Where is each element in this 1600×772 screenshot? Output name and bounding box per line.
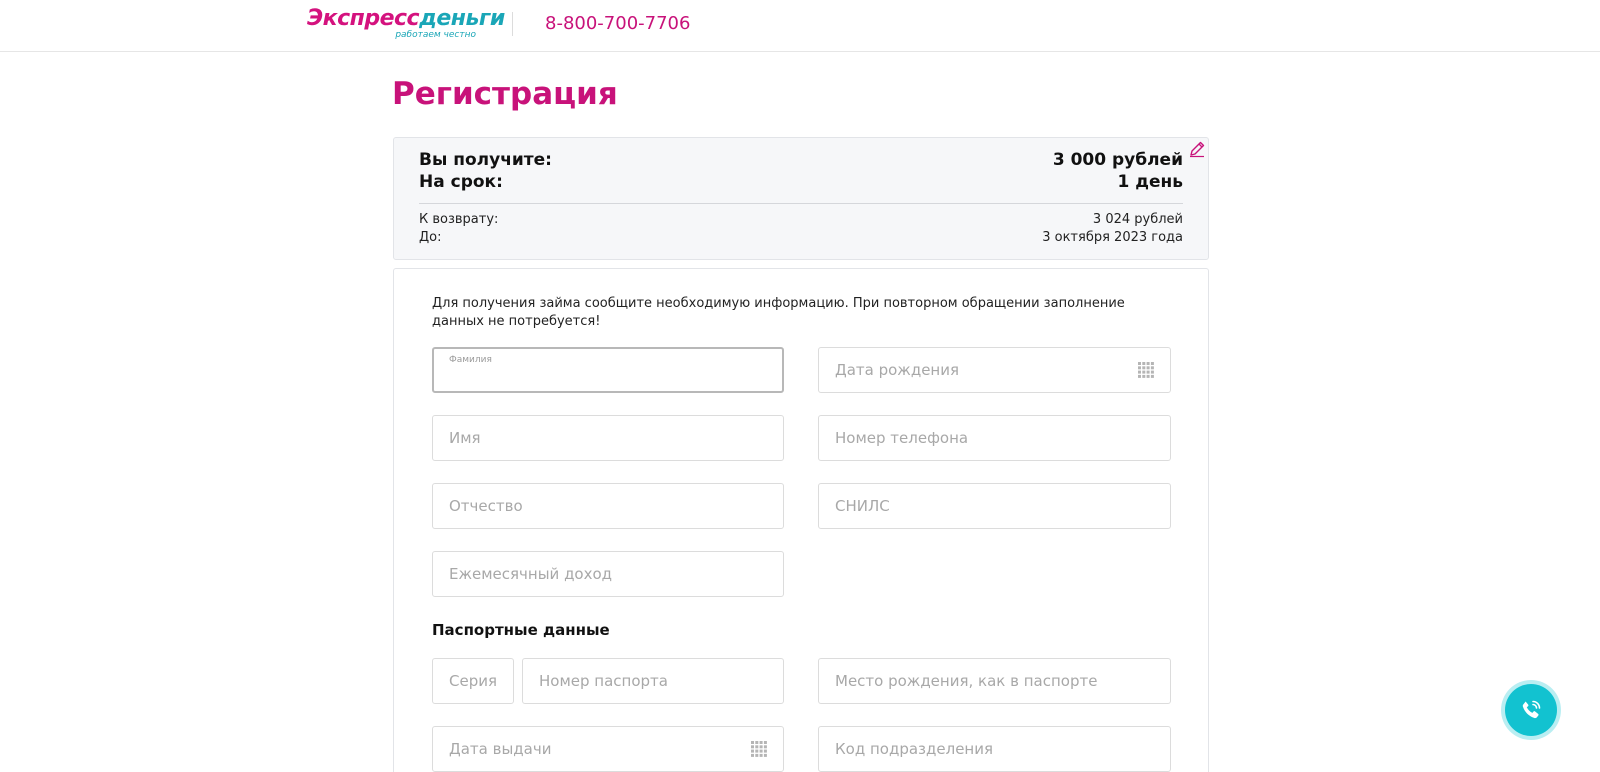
name-input[interactable]: [433, 416, 783, 460]
passport-section-title: Паспортные данные: [432, 621, 610, 639]
page-title: Регистрация: [392, 76, 618, 112]
passport-series-field[interactable]: [432, 658, 514, 704]
return-value: 3 024 рублей: [1092, 212, 1183, 227]
summary-row-return: К возврату: 3 024 рублей: [419, 212, 1183, 227]
birth-date-field[interactable]: [818, 347, 1171, 393]
passport-series-input[interactable]: [433, 659, 513, 703]
phone-field[interactable]: [818, 415, 1171, 461]
logo-wordmark: Экспрессденьги: [307, 6, 505, 32]
snils-field[interactable]: [818, 483, 1171, 529]
summary-row-receive: Вы получите: 3 000 рублей: [419, 150, 1183, 170]
logo-word-ekspress: Экспресс: [307, 6, 420, 31]
summary-row-until: До: 3 октября 2023 года: [419, 230, 1183, 245]
surname-input[interactable]: [434, 349, 782, 391]
income-input[interactable]: [433, 552, 783, 596]
division-code-field[interactable]: [818, 726, 1171, 772]
brand-logo[interactable]: Экспрессденьги работаем честно: [307, 6, 505, 42]
patronymic-input[interactable]: [433, 484, 783, 528]
birth-date-input[interactable]: [819, 348, 1170, 392]
phone-input[interactable]: [819, 416, 1170, 460]
site-header: Экспрессденьги работаем честно 8-800-700…: [0, 0, 1600, 52]
phone-call-icon: [1522, 700, 1541, 719]
patronymic-field[interactable]: [432, 483, 784, 529]
receive-value: 3 000 рублей: [1052, 150, 1183, 170]
logo-word-dengi: деньги: [419, 6, 505, 31]
term-value: 1 день: [1117, 172, 1183, 192]
pencil-edit-icon[interactable]: [1188, 140, 1206, 158]
header-divider: [512, 12, 513, 36]
callback-button[interactable]: [1505, 684, 1557, 736]
snils-input[interactable]: [819, 484, 1170, 528]
calendar-grid-icon[interactable]: [751, 741, 767, 757]
name-field[interactable]: [432, 415, 784, 461]
registration-form-card: Для получения займа сообщите необходимую…: [393, 268, 1209, 772]
receive-label: Вы получите:: [419, 150, 552, 170]
summary-row-term: На срок: 1 день: [419, 172, 1183, 192]
division-code-input[interactable]: [819, 727, 1170, 771]
issue-date-input[interactable]: [433, 727, 783, 771]
hotline-phone-link[interactable]: 8-800-700-7706: [545, 13, 690, 34]
return-label: К возврату:: [419, 212, 499, 227]
passport-number-field[interactable]: [522, 658, 784, 704]
loan-summary-card: Вы получите: 3 000 рублей На срок: 1 ден…: [393, 137, 1209, 260]
birth-place-field[interactable]: [818, 658, 1171, 704]
logo-slogan: работаем честно: [395, 30, 476, 40]
calendar-grid-icon[interactable]: [1138, 362, 1154, 378]
issue-date-field[interactable]: [432, 726, 784, 772]
summary-divider: [419, 203, 1183, 204]
passport-number-input[interactable]: [523, 659, 783, 703]
until-label: До:: [419, 230, 442, 245]
surname-field[interactable]: Фамилия: [432, 347, 784, 393]
income-field[interactable]: [432, 551, 784, 597]
until-value: 3 октября 2023 года: [1042, 230, 1183, 245]
term-label: На срок:: [419, 172, 503, 192]
birth-place-input[interactable]: [819, 659, 1170, 703]
form-intro-text: Для получения займа сообщите необходимую…: [432, 296, 1125, 329]
